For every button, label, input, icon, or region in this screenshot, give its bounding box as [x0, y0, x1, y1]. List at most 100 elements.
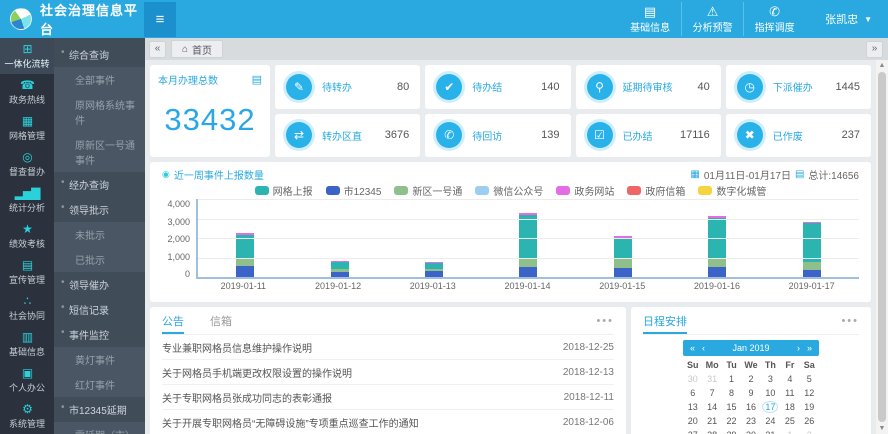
calendar-day-6[interactable]: 6	[683, 386, 702, 400]
menu-toggle-button[interactable]: ≡	[144, 1, 176, 37]
calendar-day-1[interactable]: 1	[780, 428, 799, 434]
calendar-day-14[interactable]: 14	[702, 400, 721, 414]
calendar-day-4[interactable]: 4	[780, 372, 799, 386]
sidebar-module-基础信息[interactable]: ▥ 基础信息	[0, 326, 54, 362]
tab-信箱[interactable]: 信箱	[210, 307, 232, 334]
calendar-day-20[interactable]: 20	[683, 414, 702, 428]
calendar-day-10[interactable]: 10	[761, 386, 780, 400]
calendar-day-3[interactable]: 3	[761, 372, 780, 386]
sidebar-submenu-item-黄灯事件[interactable]: 黄灯事件	[54, 347, 145, 372]
sidebar-module-政务热线[interactable]: ☎ 政务热线	[0, 74, 54, 110]
sidebar-submenu-item-综合查询[interactable]: 综合查询	[54, 42, 145, 67]
stat-card-下派催办[interactable]: ◷ 下派催办 1445	[725, 65, 871, 109]
stat-card-已作废[interactable]: ✖ 已作废 237	[725, 113, 871, 157]
calendar-day-12[interactable]: 12	[800, 386, 819, 400]
calendar-day-9[interactable]: 9	[741, 386, 760, 400]
legend-item-政府信箱[interactable]: 政府信箱	[627, 183, 685, 198]
calendar-day-11[interactable]: 11	[780, 386, 799, 400]
calendar-day-13[interactable]: 13	[683, 400, 702, 414]
calendar-day-7[interactable]: 7	[702, 386, 721, 400]
calendar-day-26[interactable]: 26	[800, 414, 819, 428]
header-nav-指挥调度[interactable]: ✆ 指挥调度	[743, 2, 805, 36]
calendar-day-18[interactable]: 18	[780, 400, 799, 414]
sidebar-submenu-item-原新区一号通事件[interactable]: 原新区一号通事件	[54, 132, 145, 172]
legend-item-政务网站[interactable]: 政务网站	[556, 183, 614, 198]
calendar-day-2[interactable]: 2	[800, 428, 819, 434]
stat-card-转办区直[interactable]: ⇄ 转办区直 3676	[275, 113, 421, 157]
stat-card-待转办[interactable]: ✎ 待转办 80	[275, 65, 421, 109]
announcement-row[interactable]: 关于专职网格员张成功同志的表彰通报 2018-12-11	[162, 385, 614, 410]
sidebar-module-网格管理[interactable]: ▦ 网格管理	[0, 110, 54, 146]
calendar-day-1[interactable]: 1	[722, 372, 741, 386]
sidebar-submenu-item-经办查询[interactable]: 经办查询	[54, 172, 145, 197]
calendar-day-30[interactable]: 30	[683, 372, 702, 386]
prev-month-button[interactable]: ‹	[702, 343, 705, 353]
calendar-day-24[interactable]: 24	[761, 414, 780, 428]
document-icon[interactable]: ▤	[252, 73, 262, 86]
calendar-day-31[interactable]: 31	[702, 372, 721, 386]
calendar-day-15[interactable]: 15	[722, 400, 741, 414]
announcement-row[interactable]: 专业兼职网格员信息维护操作说明 2018-12-25	[162, 335, 614, 360]
sidebar-module-督查督办[interactable]: ◎ 督查督办	[0, 146, 54, 182]
more-menu-icon[interactable]: •••	[596, 315, 614, 327]
calendar-day-19[interactable]: 19	[800, 400, 819, 414]
legend-item-新区一号通[interactable]: 新区一号通	[394, 183, 462, 198]
calendar-day-22[interactable]: 22	[722, 414, 741, 428]
sidebar-submenu-item-市12345延期[interactable]: 市12345延期	[54, 397, 145, 422]
next-month-button[interactable]: ›	[797, 343, 800, 353]
calendar-day-29[interactable]: 29	[722, 428, 741, 434]
more-menu-icon[interactable]: •••	[841, 315, 859, 327]
calendar-day-5[interactable]: 5	[800, 372, 819, 386]
sidebar-submenu-item-已批示[interactable]: 已批示	[54, 247, 145, 272]
sidebar-submenu-item-短信记录[interactable]: 短信记录	[54, 297, 145, 322]
collapse-tabs-button[interactable]: «	[149, 40, 166, 58]
prev-year-button[interactable]: «	[690, 343, 695, 353]
sidebar-module-一体化流转[interactable]: ⊞ 一体化流转	[0, 38, 54, 74]
tab-home[interactable]: ⌂ 首页	[171, 40, 224, 58]
scroll-up-arrow[interactable]: ▲	[879, 60, 886, 71]
stat-card-延期待审核[interactable]: ⚲ 延期待审核 40	[575, 65, 721, 109]
tab-公告[interactable]: 公告	[162, 307, 184, 334]
sidebar-submenu-item-红灯事件[interactable]: 红灯事件	[54, 372, 145, 397]
scroll-down-arrow[interactable]: ▼	[879, 423, 886, 434]
calendar-day-2[interactable]: 2	[741, 372, 760, 386]
calendar-day-28[interactable]: 28	[702, 428, 721, 434]
legend-item-市12345[interactable]: 市12345	[325, 183, 381, 198]
calendar-day-27[interactable]: 27	[683, 428, 702, 434]
stat-card-待回访[interactable]: ✆ 待回访 139	[425, 113, 571, 157]
calendar-day-23[interactable]: 23	[741, 414, 760, 428]
user-menu[interactable]: 张凯忠 ▼	[825, 11, 872, 27]
calendar-day-25[interactable]: 25	[780, 414, 799, 428]
legend-item-微信公众号[interactable]: 微信公众号	[475, 183, 543, 198]
sidebar-module-个人办公[interactable]: ▣ 个人办公	[0, 362, 54, 398]
calendar-day-31[interactable]: 31	[761, 428, 780, 434]
calendar-day-16[interactable]: 16	[741, 400, 760, 414]
expand-tabs-button[interactable]: »	[866, 40, 883, 58]
calendar-day-21[interactable]: 21	[702, 414, 721, 428]
sidebar-submenu-item-原网格系统事件[interactable]: 原网格系统事件	[54, 92, 145, 132]
scrollbar-thumb[interactable]	[878, 72, 886, 422]
sidebar-module-统计分析[interactable]: ▂▅▇ 统计分析	[0, 182, 54, 218]
header-nav-分析预警[interactable]: ⚠ 分析预警	[681, 2, 743, 36]
next-year-button[interactable]: »	[807, 343, 812, 353]
sidebar-submenu-item-领导批示[interactable]: 领导批示	[54, 197, 145, 222]
announcement-row[interactable]: 关于网格员手机端更改权限设置的操作说明 2018-12-13	[162, 360, 614, 385]
sidebar-module-系统管理[interactable]: ⚙ 系统管理	[0, 398, 54, 434]
sidebar-submenu-item-需延期（市）[interactable]: 需延期（市）	[54, 422, 145, 434]
tab-schedule[interactable]: 日程安排	[643, 307, 687, 334]
sidebar-module-社会协同[interactable]: ∴ 社会协同	[0, 290, 54, 326]
calendar-day-30[interactable]: 30	[741, 428, 760, 434]
stat-card-待办结[interactable]: ✔ 待办结 140	[425, 65, 571, 109]
calendar-day-8[interactable]: 8	[722, 386, 741, 400]
sidebar-submenu-item-未批示[interactable]: 未批示	[54, 222, 145, 247]
legend-item-数字化城管[interactable]: 数字化城管	[698, 183, 766, 198]
stat-card-已办结[interactable]: ☑ 已办结 17116	[575, 113, 721, 157]
sidebar-module-绩效考核[interactable]: ★ 绩效考核	[0, 218, 54, 254]
legend-item-网格上报[interactable]: 网格上报	[254, 183, 313, 198]
sidebar-submenu-item-全部事件[interactable]: 全部事件	[54, 67, 145, 92]
sidebar-submenu-item-领导催办[interactable]: 领导催办	[54, 272, 145, 297]
announcement-row[interactable]: 关于开展专职网格员“无障碍设施”专项重点巡查工作的通知 2018-12-06	[162, 410, 614, 434]
header-nav-基础信息[interactable]: ▤ 基础信息	[619, 2, 681, 36]
sidebar-submenu-item-事件监控[interactable]: 事件监控	[54, 322, 145, 347]
calendar-day-17[interactable]: 17	[761, 400, 780, 414]
